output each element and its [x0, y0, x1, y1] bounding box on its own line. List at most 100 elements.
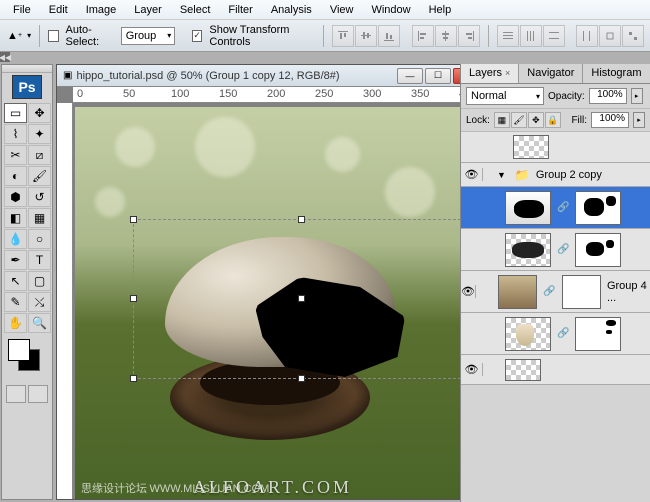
- layer-row-selected[interactable]: 🔗: [461, 187, 650, 229]
- brush-tool[interactable]: 🖌: [28, 166, 51, 186]
- wand-tool[interactable]: ✦: [28, 124, 51, 144]
- distribute-3-icon[interactable]: [543, 25, 565, 47]
- notes-tool[interactable]: ✎: [4, 292, 27, 312]
- menu-analysis[interactable]: Analysis: [262, 1, 321, 19]
- eyedropper-tool[interactable]: ⤯: [28, 292, 51, 312]
- layer-row[interactable]: 🔗: [461, 313, 650, 355]
- lock-pixels-icon[interactable]: 🖌: [511, 112, 527, 128]
- layer-row[interactable]: 👁 🔗 Group 4 ...: [461, 271, 650, 313]
- zoom-tool[interactable]: 🔍: [28, 313, 51, 333]
- tab-histogram[interactable]: Histogram: [583, 64, 650, 83]
- align-hcenter-icon[interactable]: [435, 25, 457, 47]
- dodge-tool[interactable]: ○: [28, 229, 51, 249]
- tab-navigator[interactable]: Navigator: [519, 64, 583, 83]
- color-swatches[interactable]: [6, 339, 48, 379]
- visibility-icon[interactable]: 👁: [465, 168, 479, 181]
- hand-tool[interactable]: ✋: [4, 313, 27, 333]
- align-bottom-icon[interactable]: [378, 25, 400, 47]
- blur-tool[interactable]: 💧: [4, 229, 27, 249]
- tab-layers[interactable]: Layers×: [461, 64, 519, 83]
- layer-thumb: [513, 135, 549, 159]
- layer-row[interactable]: 🔗: [461, 229, 650, 271]
- crop-tool[interactable]: ✂: [4, 145, 27, 165]
- visibility-icon[interactable]: 👁: [461, 285, 475, 298]
- fill-arrow[interactable]: ▸: [633, 112, 645, 128]
- menu-filter[interactable]: Filter: [219, 1, 261, 19]
- distribute-4-icon[interactable]: [576, 25, 598, 47]
- lock-position-icon[interactable]: ✥: [528, 112, 544, 128]
- distribute-2-icon[interactable]: [520, 25, 542, 47]
- shape-tool[interactable]: ▢: [28, 271, 51, 291]
- collapse-toggle[interactable]: ◀◀: [0, 52, 10, 62]
- layer-thumb: [505, 359, 541, 381]
- align-top-icon[interactable]: [332, 25, 354, 47]
- link-icon: 🔗: [557, 202, 569, 213]
- menu-layer[interactable]: Layer: [125, 1, 171, 19]
- align-left-icon[interactable]: [412, 25, 434, 47]
- stamp-tool[interactable]: ⬢: [4, 187, 27, 207]
- folder-icon: 📁: [515, 168, 530, 182]
- menubar: File Edit Image Layer Select Filter Anal…: [0, 0, 650, 20]
- align-vcenter-icon[interactable]: [355, 25, 377, 47]
- foreground-color[interactable]: [8, 339, 30, 361]
- mask-thumb: [575, 233, 621, 267]
- marquee-tool[interactable]: ▭: [4, 103, 27, 123]
- type-tool[interactable]: T: [28, 250, 51, 270]
- distribute-6-icon[interactable]: [622, 25, 644, 47]
- show-transform-checkbox[interactable]: ✓: [192, 30, 203, 42]
- slice-tool[interactable]: ⧄: [28, 145, 51, 165]
- history-brush-tool[interactable]: ↺: [28, 187, 51, 207]
- auto-select-checkbox[interactable]: [48, 30, 59, 42]
- options-bar: ▲+ ▾ Auto-Select: Group ✓ Show Transform…: [0, 20, 650, 52]
- group-arrow-icon[interactable]: ▼: [497, 170, 506, 180]
- menu-view[interactable]: View: [321, 1, 363, 19]
- menu-select[interactable]: Select: [171, 1, 220, 19]
- eraser-tool[interactable]: ◧: [4, 208, 27, 228]
- standard-mode-icon[interactable]: [6, 385, 26, 403]
- menu-file[interactable]: File: [4, 1, 40, 19]
- distribute-1-icon[interactable]: [497, 25, 519, 47]
- toolbox: Ps ▭ ✥ ⌇ ✦ ✂ ⧄ ◐ 🖌 ⬢ ↺ ◧ ▦ 💧 ○ ✒ T ↖ ▢ ✎…: [1, 64, 53, 500]
- lock-all-icon[interactable]: 🔒: [545, 112, 561, 128]
- group-name: Group 2 copy: [536, 169, 602, 181]
- layer-row[interactable]: 👁: [461, 355, 650, 385]
- path-tool[interactable]: ↖: [4, 271, 27, 291]
- maximize-button[interactable]: ☐: [425, 68, 451, 84]
- blend-mode-dropdown[interactable]: Normal: [466, 87, 544, 105]
- lasso-tool[interactable]: ⌇: [4, 124, 27, 144]
- visibility-icon[interactable]: 👁: [465, 363, 479, 376]
- ps-logo-icon: Ps: [12, 75, 42, 99]
- layer-thumb: [505, 233, 551, 267]
- fill-label: Fill:: [571, 115, 587, 126]
- lock-transparency-icon[interactable]: ▦: [494, 112, 510, 128]
- opacity-label: Opacity:: [548, 91, 585, 102]
- layer-name: Group 4 ...: [607, 280, 650, 304]
- quickmask-mode-icon[interactable]: [28, 385, 48, 403]
- transform-box[interactable]: [133, 219, 471, 379]
- minimize-button[interactable]: —: [397, 68, 423, 84]
- canvas[interactable]: ALFOART.COM 思缘设计论坛 WWW.MISSYUAN.COM: [73, 103, 485, 499]
- heal-tool[interactable]: ◐: [4, 166, 27, 186]
- menu-edit[interactable]: Edit: [40, 1, 77, 19]
- align-buttons: [332, 25, 400, 47]
- gradient-tool[interactable]: ▦: [28, 208, 51, 228]
- pen-tool[interactable]: ✒: [4, 250, 27, 270]
- ruler-vertical: [57, 103, 73, 499]
- fill-input[interactable]: 100%: [591, 112, 629, 128]
- layer-row[interactable]: [461, 132, 650, 163]
- distribute-5-icon[interactable]: [599, 25, 621, 47]
- menu-window[interactable]: Window: [362, 1, 419, 19]
- opacity-arrow[interactable]: ▸: [631, 88, 643, 104]
- layer-thumb: [505, 317, 551, 351]
- move-tool[interactable]: ✥: [28, 103, 51, 123]
- align-right-icon[interactable]: [458, 25, 480, 47]
- menu-image[interactable]: Image: [77, 1, 126, 19]
- auto-select-dropdown[interactable]: Group: [121, 27, 176, 45]
- mask-thumb: [575, 191, 621, 225]
- document-title: hippo_tutorial.psd @ 50% (Group 1 copy 1…: [76, 70, 397, 82]
- menu-help[interactable]: Help: [420, 1, 461, 19]
- group-row[interactable]: 👁 ▼ 📁 Group 2 copy: [461, 163, 650, 187]
- watermark-left: 思缘设计论坛 WWW.MISSYUAN.COM: [81, 480, 269, 496]
- opacity-input[interactable]: 100%: [589, 88, 627, 104]
- link-icon: 🔗: [543, 286, 555, 297]
